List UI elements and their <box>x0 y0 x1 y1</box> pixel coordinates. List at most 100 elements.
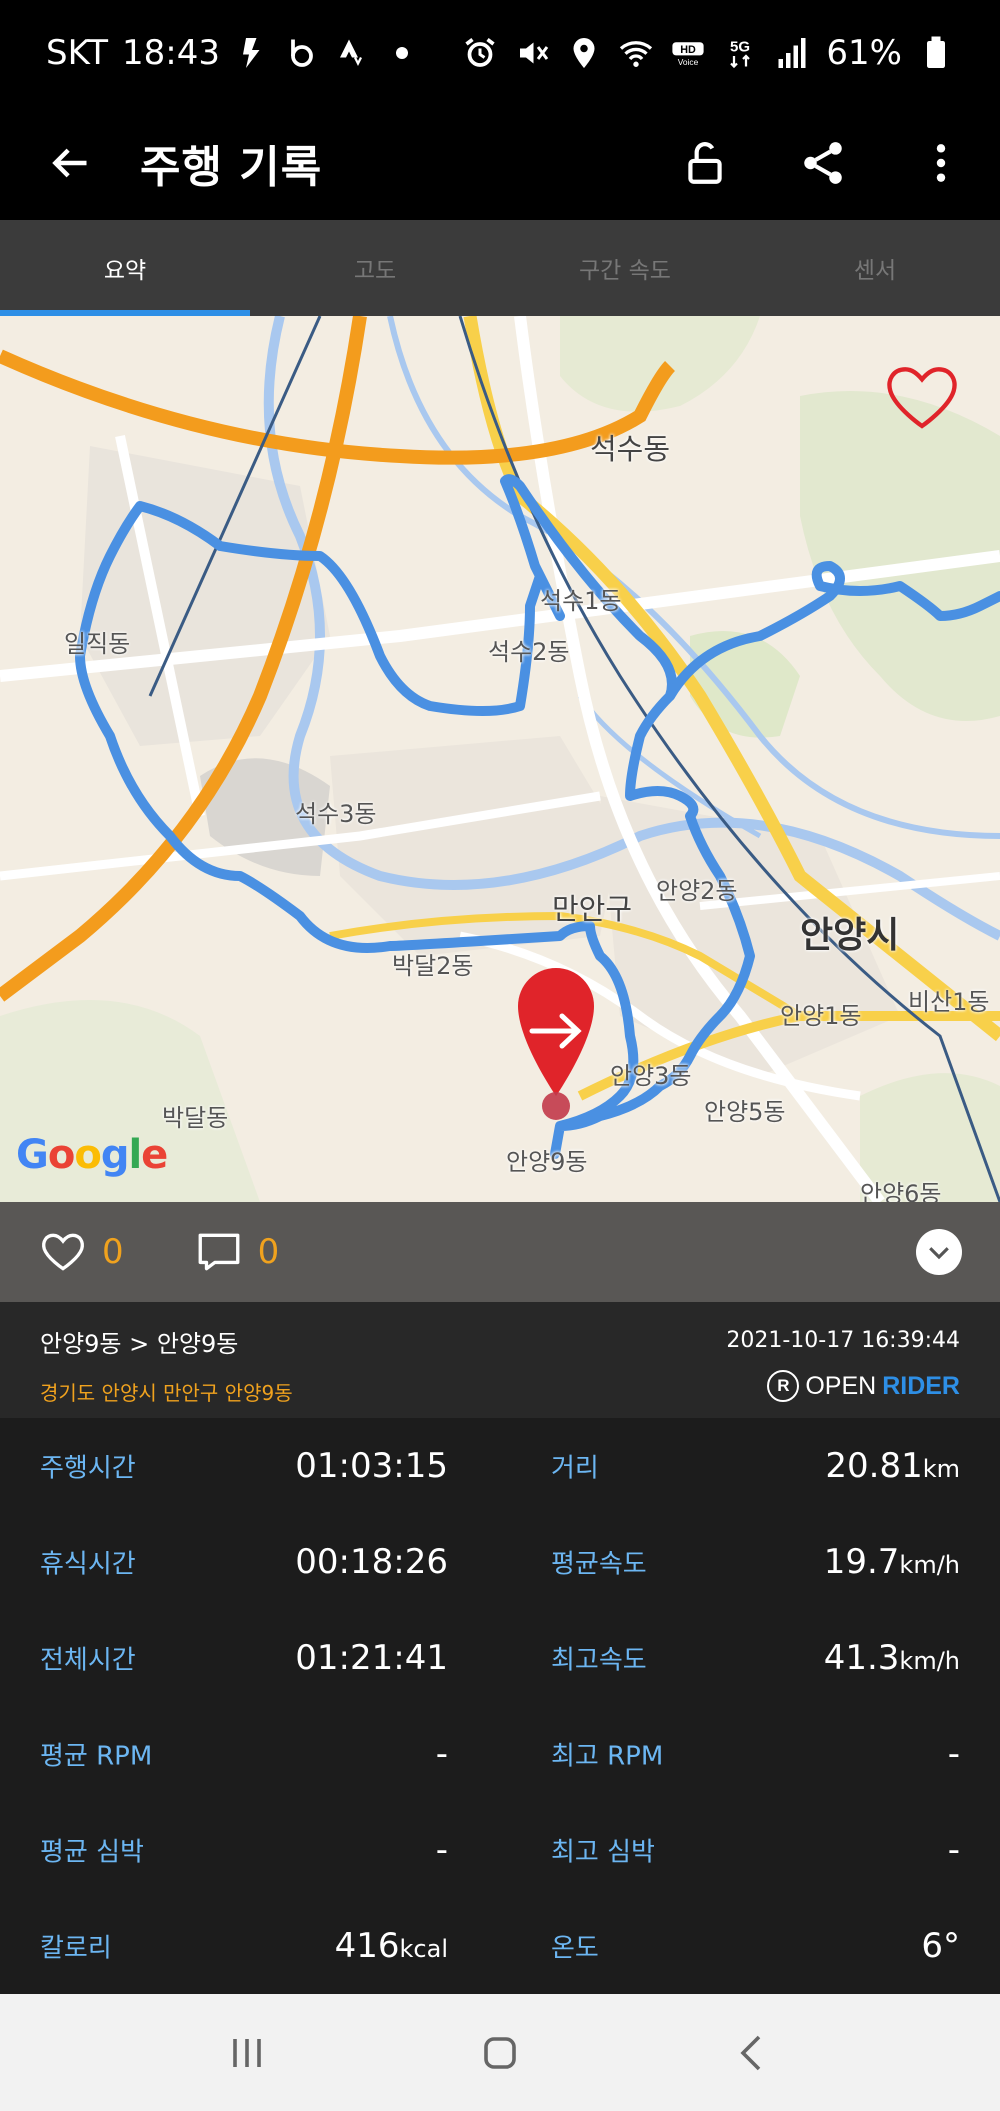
app-bar: 주행 기록 <box>0 105 1000 220</box>
map-label-seoksu-dong: 석수동 <box>590 432 671 466</box>
stat-row: 전체시간 01:21:41 최고속도 41.3km/h <box>0 1610 1000 1706</box>
hd-voice-icon: HDVoice <box>672 41 705 67</box>
5g-icon: 5G <box>730 38 750 68</box>
strava-icon <box>340 39 363 66</box>
system-nav-bar <box>0 1994 1000 2111</box>
ride-time-value: 01:03:15 <box>295 1446 448 1486</box>
unlock-icon <box>688 141 722 184</box>
max-rpm-value: - <box>947 1734 960 1774</box>
tab-bar: 요약 고도 구간 속도 센서 <box>0 220 1000 316</box>
bolt-icon <box>243 37 260 68</box>
map-label-bakdal2: 박달2동 <box>392 952 474 980</box>
home-icon <box>484 2036 516 2069</box>
brand-open: OPEN <box>805 1371 877 1400</box>
comment-button[interactable]: 0 <box>194 1227 280 1277</box>
stat-row: 칼로리 416kcal 온도 6° <box>0 1898 1000 1994</box>
ride-time-label: 주행시간 <box>40 1453 136 1484</box>
share-icon <box>804 141 842 184</box>
route-map[interactable]: 석수동 석수1동 석수2동 석수3동 일직동 만안구 안양2동 안양시 안양1동… <box>0 316 1000 1202</box>
back-button[interactable] <box>0 105 140 220</box>
battery-icon <box>927 36 945 68</box>
back-arrow-icon <box>52 148 87 177</box>
home-button[interactable] <box>460 2013 540 2093</box>
avg-speed-unit: km/h <box>899 1551 960 1579</box>
temperature-label: 온도 <box>551 1933 599 1964</box>
map-label-seoksu2: 석수2동 <box>488 638 570 666</box>
stats-panel: 주행시간 01:03:15 거리 20.81km 휴식시간 00:18:26 평… <box>0 1418 1000 1994</box>
carrier: SKT <box>46 32 109 73</box>
map-label-seoksu1: 석수1동 <box>540 587 622 615</box>
max-hr-value: - <box>947 1830 960 1870</box>
favorite-button[interactable] <box>882 356 962 436</box>
map-canvas <box>0 316 1000 1202</box>
expand-button[interactable] <box>916 1229 962 1275</box>
like-count: 0 <box>102 1232 124 1272</box>
max-speed-value: 41.3km/h <box>823 1638 960 1678</box>
avg-speed-value: 19.7km/h <box>823 1542 960 1582</box>
map-label-anyang-si: 안양시 <box>800 915 900 956</box>
avg-rpm-label: 평균 RPM <box>40 1741 153 1772</box>
map-label-anyang1: 안양1동 <box>780 1002 862 1030</box>
map-label-anyang5: 안양5동 <box>704 1098 786 1126</box>
map-label-bakdal: 박달동 <box>162 1104 229 1132</box>
max-hr-label: 최고 심박 <box>551 1837 655 1868</box>
mute-icon <box>520 42 549 63</box>
tab-sensor[interactable]: 센서 <box>750 220 1000 316</box>
heart-outline-icon <box>887 367 957 429</box>
stat-row: 주행시간 01:03:15 거리 20.81km <box>0 1418 1000 1514</box>
svg-text:HD: HD <box>681 44 697 56</box>
calories-value: 416kcal <box>334 1926 448 1966</box>
distance-unit: km <box>922 1455 960 1483</box>
tab-summary[interactable]: 요약 <box>0 220 250 316</box>
total-time-value: 01:21:41 <box>295 1638 448 1678</box>
more-options-button[interactable] <box>882 105 1000 220</box>
back-icon <box>740 2035 761 2070</box>
map-label-iljik: 일직동 <box>64 630 131 658</box>
comment-icon <box>198 1233 240 1271</box>
recent-apps-icon <box>232 2038 261 2067</box>
tab-segment-speed[interactable]: 구간 속도 <box>500 220 750 316</box>
max-rpm-label: 최고 RPM <box>551 1741 664 1772</box>
route-datetime: 2021-10-17 16:39:44 <box>726 1328 960 1353</box>
rest-time-label: 휴식시간 <box>40 1549 136 1580</box>
signal-icon <box>778 37 806 68</box>
map-label-anyang2: 안양2동 <box>656 877 738 905</box>
location-icon <box>573 37 595 68</box>
unlock-button[interactable] <box>646 105 764 220</box>
avg-hr-value: - <box>435 1830 448 1870</box>
chevron-down-icon <box>929 1247 949 1260</box>
system-back-button[interactable] <box>713 2013 793 2093</box>
openrider-logo: R OPEN RIDER <box>767 1370 960 1402</box>
calories-unit: kcal <box>399 1935 448 1963</box>
b-app-icon <box>291 39 313 67</box>
like-button[interactable]: 0 <box>38 1227 124 1277</box>
distance-value: 20.81km <box>825 1446 960 1486</box>
avg-rpm-value: - <box>435 1734 448 1774</box>
more-vert-icon <box>936 143 946 182</box>
social-bar: 0 0 <box>0 1202 1000 1302</box>
share-button[interactable] <box>764 105 882 220</box>
temperature-value: 6° <box>921 1926 960 1966</box>
map-label-anyang9: 안양9동 <box>506 1148 588 1176</box>
map-label-seoksu3: 석수3동 <box>295 800 377 828</box>
recent-apps-button[interactable] <box>207 2013 287 2093</box>
svg-text:5G: 5G <box>730 38 750 55</box>
brand-rider: RIDER <box>882 1371 960 1400</box>
start-marker-icon[interactable] <box>518 968 594 1096</box>
total-time-label: 전체시간 <box>40 1645 136 1676</box>
route-info: 안양9동 > 안양9동 경기도 안양시 만안구 안양9동 2021-10-17 … <box>0 1302 1000 1418</box>
tab-altitude[interactable]: 고도 <box>250 220 500 316</box>
map-label-anyang3: 안양3동 <box>610 1062 692 1090</box>
avg-speed-label: 평균속도 <box>551 1549 647 1580</box>
comment-count: 0 <box>257 1232 280 1272</box>
max-speed-label: 최고속도 <box>551 1645 647 1676</box>
clock: 18:43 <box>122 32 220 73</box>
svg-text:Voice: Voice <box>678 57 699 67</box>
max-speed-unit: km/h <box>899 1647 960 1675</box>
calories-label: 칼로리 <box>40 1933 112 1964</box>
map-label-manan: 만안구 <box>552 892 633 926</box>
openrider-badge-icon: R <box>767 1370 800 1402</box>
dot-icon <box>396 46 408 59</box>
alarm-icon <box>465 37 496 67</box>
distance-label: 거리 <box>551 1453 599 1484</box>
